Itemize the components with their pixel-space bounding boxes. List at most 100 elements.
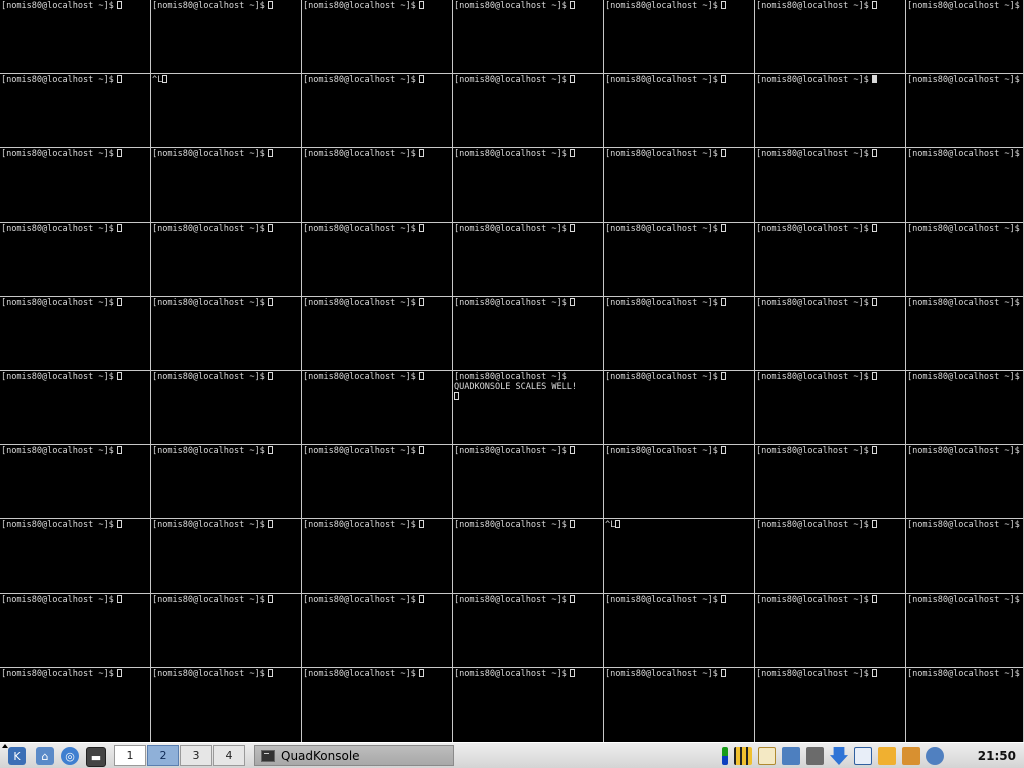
terminal-pane[interactable]: [nomis80@localhost ~]$: [0, 371, 151, 445]
tool-icon[interactable]: [902, 747, 920, 765]
terminal-pane[interactable]: [nomis80@localhost ~]$: [453, 668, 604, 742]
terminal-pane[interactable]: [nomis80@localhost ~]$: [453, 223, 604, 297]
terminal-pane[interactable]: [nomis80@localhost ~]$: [302, 668, 453, 742]
terminal-pane[interactable]: [nomis80@localhost ~]$: [0, 223, 151, 297]
terminal-pane[interactable]: [nomis80@localhost ~]$: [755, 668, 906, 742]
terminal-pane[interactable]: [nomis80@localhost ~]$: [906, 519, 1024, 594]
terminal-pane[interactable]: [nomis80@localhost ~]$: [755, 0, 906, 74]
terminal-pane[interactable]: [nomis80@localhost ~]$: [0, 594, 151, 668]
terminal-pane[interactable]: [nomis80@localhost ~]$: [302, 519, 453, 594]
terminal-pane[interactable]: [nomis80@localhost ~]$: [151, 668, 302, 742]
terminal-pane[interactable]: [nomis80@localhost ~]$: [151, 519, 302, 594]
terminal-pane[interactable]: [nomis80@localhost ~]$: [906, 148, 1024, 223]
terminal-pane[interactable]: [nomis80@localhost ~]$: [302, 594, 453, 668]
terminal-pane[interactable]: ^L: [151, 74, 302, 148]
terminal-pane[interactable]: [nomis80@localhost ~]$: [604, 371, 755, 445]
terminal-output: [nomis80@localhost ~]$: [907, 75, 1023, 85]
terminal-pane[interactable]: [nomis80@localhost ~]$: [755, 594, 906, 668]
terminal-pane[interactable]: [nomis80@localhost ~]$: [755, 371, 906, 445]
terminal-pane[interactable]: [nomis80@localhost ~]$: [302, 0, 453, 74]
terminal-pane[interactable]: [nomis80@localhost ~]$: [604, 594, 755, 668]
terminal-pane[interactable]: [nomis80@localhost ~]$: [906, 668, 1024, 742]
terminal-pane[interactable]: [nomis80@localhost ~]$: [0, 445, 151, 519]
terminal-pane[interactable]: [nomis80@localhost ~]$: [151, 445, 302, 519]
terminal-pane[interactable]: [nomis80@localhost ~]$: [151, 223, 302, 297]
terminal-pane[interactable]: [nomis80@localhost ~]$: [151, 148, 302, 223]
network-icon[interactable]: ⌂: [36, 747, 54, 765]
terminal-pane[interactable]: [nomis80@localhost ~]$: [906, 0, 1024, 74]
terminal-pane[interactable]: [nomis80@localhost ~]$: [906, 74, 1024, 148]
terminal-pane[interactable]: [nomis80@localhost ~]$: [906, 445, 1024, 519]
terminal-pane[interactable]: [nomis80@localhost ~]$: [604, 223, 755, 297]
terminal-pane[interactable]: [nomis80@localhost ~]$: [604, 297, 755, 371]
terminal-pane[interactable]: [nomis80@localhost ~]$: [302, 445, 453, 519]
download-arrow-icon[interactable]: [830, 747, 848, 765]
terminal-pane[interactable]: [nomis80@localhost ~]$: [453, 519, 604, 594]
terminal-pane[interactable]: [nomis80@localhost ~]$: [453, 74, 604, 148]
terminal-pane[interactable]: [nomis80@localhost ~]$: [906, 371, 1024, 445]
klipper-monitor-icon[interactable]: [722, 747, 728, 765]
terminal-pane[interactable]: [nomis80@localhost ~]$: [755, 148, 906, 223]
terminal-pane[interactable]: [nomis80@localhost ~]$: [755, 445, 906, 519]
terminal-pane[interactable]: [nomis80@localhost ~]$: [453, 0, 604, 74]
terminal-pane[interactable]: [nomis80@localhost ~]$ QUADKONSOLE SCALE…: [453, 371, 604, 445]
terminal-pane[interactable]: [nomis80@localhost ~]$: [906, 223, 1024, 297]
terminal-pane[interactable]: [nomis80@localhost ~]$: [0, 297, 151, 371]
battery-meter-icon[interactable]: [734, 747, 752, 765]
kmenu-icon[interactable]: K: [8, 747, 26, 765]
cursor: [720, 446, 726, 454]
terminal-pane[interactable]: [nomis80@localhost ~]$: [0, 0, 151, 74]
terminal-pane[interactable]: [nomis80@localhost ~]$: [151, 297, 302, 371]
terminal-pane[interactable]: [nomis80@localhost ~]$: [604, 148, 755, 223]
terminal-output: [nomis80@localhost ~]$: [907, 298, 1023, 308]
printer-icon[interactable]: [782, 747, 800, 765]
desktop-4-button[interactable]: 4: [213, 745, 245, 766]
desktop-1-button[interactable]: 1: [114, 745, 146, 766]
cursor: [418, 75, 424, 83]
help-lifebuoy-icon[interactable]: ◎: [61, 747, 79, 765]
terminal-pane[interactable]: [nomis80@localhost ~]$: [755, 74, 906, 148]
network-nodes-icon[interactable]: [926, 747, 944, 765]
terminal-pane[interactable]: [nomis80@localhost ~]$: [0, 74, 151, 148]
terminal-pane[interactable]: ^L: [604, 519, 755, 594]
terminal-pane[interactable]: [nomis80@localhost ~]$: [755, 519, 906, 594]
terminal-pane[interactable]: [nomis80@localhost ~]$: [604, 74, 755, 148]
desktop-2-button[interactable]: 2: [147, 745, 179, 766]
terminal-pane[interactable]: [nomis80@localhost ~]$: [302, 223, 453, 297]
cursor: [871, 75, 877, 83]
terminal-pane[interactable]: [nomis80@localhost ~]$: [604, 668, 755, 742]
terminal-pane[interactable]: [nomis80@localhost ~]$: [0, 519, 151, 594]
network-tool-icon[interactable]: [806, 747, 824, 765]
panel-hide-arrow-icon[interactable]: [2, 744, 8, 748]
notes-icon[interactable]: [878, 747, 896, 765]
terminal-pane[interactable]: [nomis80@localhost ~]$: [453, 297, 604, 371]
terminal-pane[interactable]: [nomis80@localhost ~]$: [604, 445, 755, 519]
terminal-pane[interactable]: [nomis80@localhost ~]$: [302, 297, 453, 371]
terminal-pane[interactable]: [nomis80@localhost ~]$: [453, 148, 604, 223]
desktop-3-button[interactable]: 3: [180, 745, 212, 766]
calendar-icon[interactable]: [854, 747, 872, 765]
terminal-pane[interactable]: [nomis80@localhost ~]$: [151, 594, 302, 668]
terminal-pane[interactable]: [nomis80@localhost ~]$: [302, 74, 453, 148]
terminal-pane[interactable]: [nomis80@localhost ~]$: [151, 0, 302, 74]
terminal-output: [nomis80@localhost ~]$: [1, 149, 150, 159]
korganizer-icon[interactable]: [758, 747, 776, 765]
terminal-output: ^L: [605, 520, 754, 530]
terminal-pane[interactable]: [nomis80@localhost ~]$: [0, 148, 151, 223]
cursor: [569, 446, 575, 454]
terminal-icon[interactable]: ▬: [86, 747, 106, 767]
terminal-pane[interactable]: [nomis80@localhost ~]$: [755, 223, 906, 297]
terminal-output: [nomis80@localhost ~]$: [907, 149, 1023, 159]
taskbar-button-quadkonsole[interactable]: QuadKonsole: [254, 745, 454, 766]
terminal-pane[interactable]: [nomis80@localhost ~]$: [302, 371, 453, 445]
terminal-pane[interactable]: [nomis80@localhost ~]$: [755, 297, 906, 371]
terminal-pane[interactable]: [nomis80@localhost ~]$: [0, 668, 151, 742]
terminal-pane[interactable]: [nomis80@localhost ~]$: [302, 148, 453, 223]
terminal-pane[interactable]: [nomis80@localhost ~]$: [604, 0, 755, 74]
terminal-pane[interactable]: [nomis80@localhost ~]$: [151, 371, 302, 445]
terminal-pane[interactable]: [nomis80@localhost ~]$: [906, 594, 1024, 668]
terminal-pane[interactable]: [nomis80@localhost ~]$: [453, 594, 604, 668]
terminal-pane[interactable]: [nomis80@localhost ~]$: [453, 445, 604, 519]
terminal-pane[interactable]: [nomis80@localhost ~]$: [906, 297, 1024, 371]
clock[interactable]: 21:50: [978, 743, 1016, 768]
